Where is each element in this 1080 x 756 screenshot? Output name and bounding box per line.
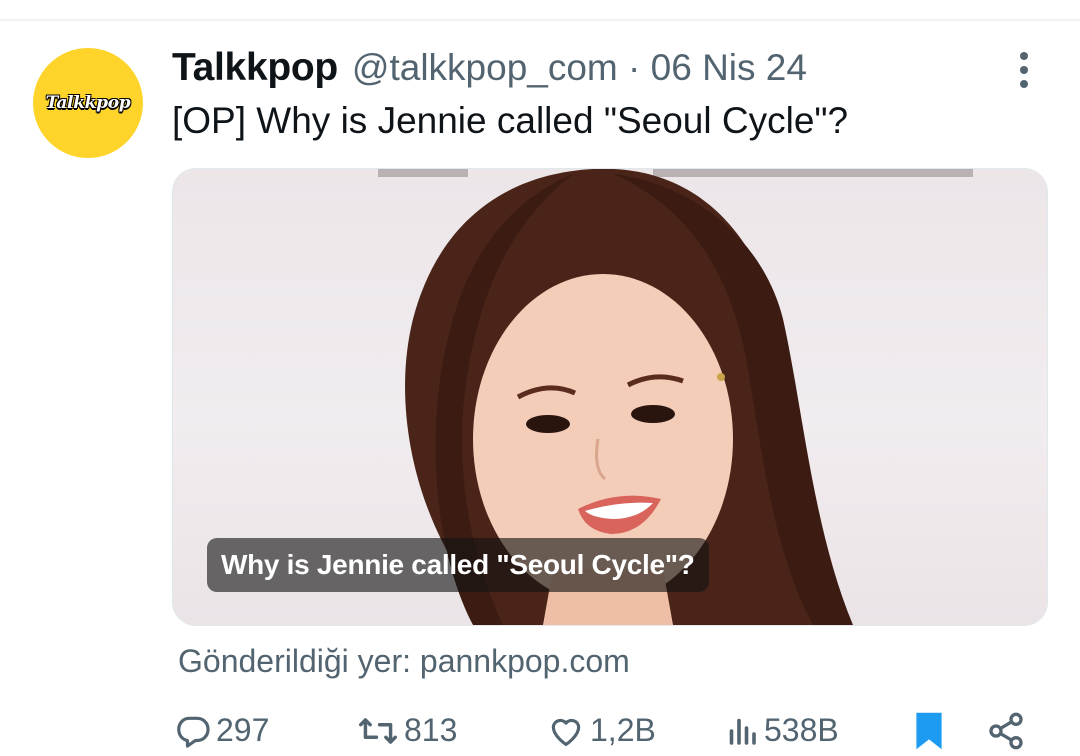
bookmark-button[interactable] <box>912 705 946 756</box>
handle-and-date[interactable]: @talkkpop_com · 06 Nis 24 <box>352 47 807 89</box>
avatar-logo-text: Talkkpop <box>45 93 131 113</box>
link-card-image[interactable]: Why is Jennie called "Seoul Cycle"? <box>172 168 1048 626</box>
reply-button[interactable]: 297 <box>174 705 269 756</box>
card-source[interactable]: Gönderildiği yer: pannkpop.com <box>178 643 630 680</box>
views-button[interactable]: 538B <box>724 705 839 756</box>
top-divider <box>0 19 1080 21</box>
share-button[interactable] <box>986 705 1026 756</box>
action-bar: 297 813 1,2B 538B <box>0 705 1080 756</box>
display-name[interactable]: Talkkpop <box>172 46 338 90</box>
retweet-count: 813 <box>404 712 458 748</box>
retweet-icon <box>356 712 400 750</box>
avatar[interactable]: Talkkpop <box>33 48 143 158</box>
retweet-button[interactable]: 813 <box>356 705 457 756</box>
views-count: 538B <box>764 712 839 748</box>
share-icon <box>986 711 1026 751</box>
bookmark-icon <box>912 710 946 752</box>
card-title: Why is Jennie called "Seoul Cycle"? <box>207 538 709 592</box>
more-options-icon[interactable] <box>1005 50 1043 90</box>
like-button[interactable]: 1,2B <box>546 705 656 756</box>
heart-icon <box>546 712 586 750</box>
like-count: 1,2B <box>590 712 656 748</box>
reply-icon <box>174 712 212 750</box>
tweet-text: [OP] Why is Jennie called "Seoul Cycle"? <box>172 100 849 141</box>
reply-count: 297 <box>216 712 270 748</box>
views-icon <box>724 712 760 750</box>
tweet-page: Talkkpop Talkkpop @talkkpop_com · 06 Nis… <box>0 0 1080 756</box>
tweet-header: Talkkpop @talkkpop_com · 06 Nis 24 <box>172 44 807 92</box>
